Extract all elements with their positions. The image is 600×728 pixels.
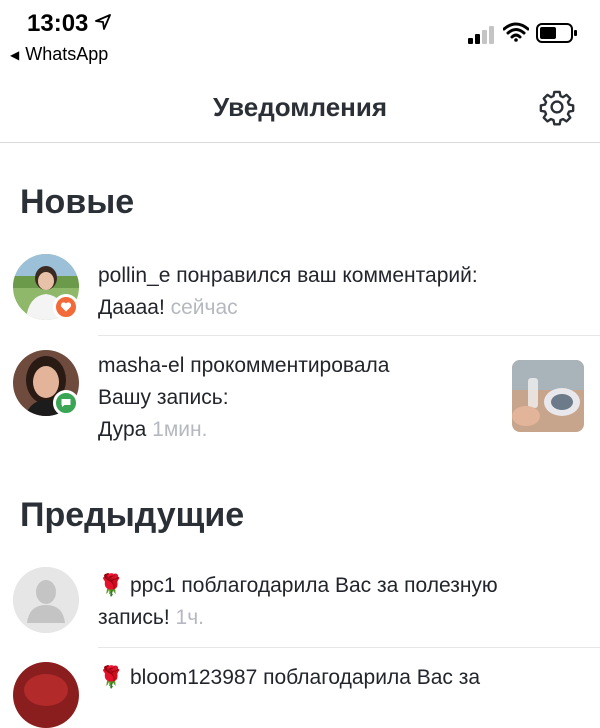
- timestamp: 1ч.: [175, 606, 204, 629]
- timestamp: сейчас: [170, 296, 238, 319]
- avatar-placeholder[interactable]: [13, 567, 79, 633]
- divider: [98, 647, 600, 648]
- heart-icon: [53, 294, 79, 320]
- notification-text: pollin_e понравился ваш комментарий: Даа…: [98, 264, 478, 319]
- post-thumbnail[interactable]: [512, 360, 584, 432]
- section-title-previous: Предыдущие: [20, 496, 245, 534]
- notification-content: Даааа!: [98, 296, 165, 319]
- notification-item[interactable]: 🌹 bloom123987 поблагодарила Вас за: [0, 662, 600, 728]
- notification-text: 🌹 bloom123987 поблагодарила Вас за: [98, 666, 481, 689]
- notification-item[interactable]: masha-el прокомментировала Вашу запись: …: [0, 350, 600, 450]
- username[interactable]: ppc1: [130, 574, 176, 597]
- cellular-signal-icon: [468, 26, 494, 44]
- notification-content: Дура: [98, 418, 147, 441]
- rose-icon: 🌹: [98, 574, 125, 597]
- notification-item[interactable]: pollin_e понравился ваш комментарий: Даа…: [0, 254, 600, 336]
- username[interactable]: bloom123987: [130, 666, 257, 689]
- divider: [98, 335, 600, 336]
- back-arrow-icon: ◀: [10, 47, 20, 62]
- username[interactable]: masha-el: [98, 354, 184, 377]
- notification-text: masha-el прокомментировала Вашу запись: …: [98, 354, 390, 441]
- status-bar: 13:03 ◀ WhatsApp: [0, 0, 600, 80]
- gear-icon[interactable]: [538, 88, 576, 126]
- notification-text: 🌹 ppc1 поблагодарила Вас за полезную зап…: [98, 574, 498, 629]
- page-title: Уведомления: [212, 92, 388, 122]
- battery-icon: [536, 23, 577, 43]
- avatar[interactable]: [13, 662, 79, 728]
- rose-icon: 🌹: [98, 666, 125, 689]
- section-title-new: Новые: [20, 183, 135, 221]
- location-arrow-icon: [95, 14, 111, 30]
- comment-icon: [53, 390, 79, 416]
- wifi-icon: [503, 22, 529, 42]
- navigation-bar: Уведомления: [0, 80, 600, 143]
- back-app-label: WhatsApp: [25, 44, 109, 64]
- username[interactable]: pollin_e: [98, 264, 170, 287]
- timestamp: 1мин.: [152, 418, 208, 441]
- notification-item[interactable]: 🌹 ppc1 поблагодарила Вас за полезную зап…: [0, 567, 600, 647]
- back-to-app-link[interactable]: ◀ WhatsApp: [10, 44, 108, 65]
- status-time: 13:03: [27, 10, 89, 37]
